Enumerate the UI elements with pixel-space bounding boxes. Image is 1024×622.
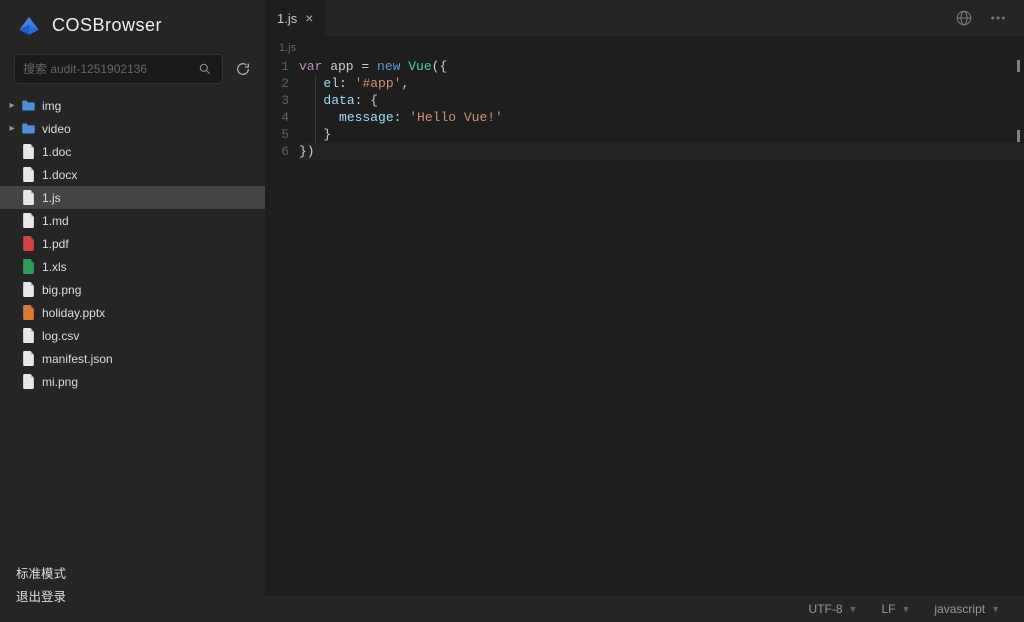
- file-icon: [20, 282, 36, 298]
- chevron-down-icon: ▼: [901, 604, 910, 614]
- line-number: 5: [265, 126, 289, 143]
- line-number: 1: [265, 58, 289, 75]
- status-encoding[interactable]: UTF-8▼: [799, 602, 868, 616]
- file-item[interactable]: big.png: [0, 278, 265, 301]
- chevron-down-icon: ▼: [991, 604, 1000, 614]
- mode-switch[interactable]: 标准模式: [16, 563, 249, 586]
- logout-link[interactable]: 退出登录: [16, 586, 249, 609]
- file-label: 1.md: [42, 214, 69, 228]
- search-input[interactable]: [23, 62, 196, 76]
- file-item[interactable]: mi.png: [0, 370, 265, 393]
- file-label: 1.js: [42, 191, 61, 205]
- file-label: big.png: [42, 283, 81, 297]
- file-icon: [20, 374, 36, 390]
- close-icon[interactable]: ×: [305, 10, 313, 26]
- sidebar: COSBrowser ▸ img ▸ video 1.doc 1.docx 1.js 1.md…: [0, 0, 265, 622]
- sidebar-footer: 标准模式 退出登录: [0, 553, 265, 622]
- minimap-marker: [1017, 130, 1020, 142]
- topbar-actions: [938, 8, 1024, 28]
- file-tree: ▸ img ▸ video 1.doc 1.docx 1.js 1.md 1.pdf 1.xls b…: [0, 94, 265, 553]
- refresh-icon[interactable]: [231, 57, 255, 81]
- search-row: [0, 54, 265, 94]
- caret-right-icon: ▸: [6, 123, 18, 134]
- file-label: log.csv: [42, 329, 79, 343]
- file-item[interactable]: log.csv: [0, 324, 265, 347]
- file-icon: [20, 190, 36, 206]
- active-line: }): [299, 143, 1024, 160]
- file-label: manifest.json: [42, 352, 113, 366]
- folder-icon: [20, 98, 36, 114]
- file-label: 1.xls: [42, 260, 67, 274]
- app-title: COSBrowser: [52, 15, 162, 36]
- search-icon[interactable]: [196, 60, 214, 78]
- file-label: 1.pdf: [42, 237, 69, 251]
- tab-label: 1.js: [277, 11, 297, 26]
- caret-right-icon: ▸: [6, 100, 18, 111]
- file-icon: [20, 213, 36, 229]
- file-label: 1.doc: [42, 145, 71, 159]
- more-icon[interactable]: [988, 8, 1008, 28]
- file-icon: [20, 351, 36, 367]
- line-number: 4: [265, 109, 289, 126]
- folder-item[interactable]: ▸ img: [0, 94, 265, 117]
- status-eol[interactable]: LF▼: [871, 602, 920, 616]
- line-gutter: 123456: [265, 58, 299, 596]
- file-icon: [20, 305, 36, 321]
- folder-icon: [20, 121, 36, 137]
- code-editor[interactable]: 123456 var app = new Vue({ el: '#app', d…: [265, 56, 1024, 596]
- file-icon: [20, 328, 36, 344]
- file-item[interactable]: manifest.json: [0, 347, 265, 370]
- minimap-marker: [1017, 60, 1020, 72]
- folder-label: img: [42, 99, 61, 113]
- folder-label: video: [42, 122, 71, 136]
- topbar: 1.js ×: [265, 0, 1024, 36]
- code-area[interactable]: var app = new Vue({ el: '#app', data: { …: [299, 58, 1024, 596]
- app-logo-icon: [16, 12, 42, 38]
- statusbar: UTF-8▼ LF▼ javascript▼: [265, 596, 1024, 622]
- status-language[interactable]: javascript▼: [924, 602, 1010, 616]
- file-item[interactable]: 1.js: [0, 186, 265, 209]
- file-item[interactable]: 1.xls: [0, 255, 265, 278]
- file-label: 1.docx: [42, 168, 77, 182]
- line-number: 6: [265, 143, 289, 160]
- main: 1.js × 1.js 123456 var app = new Vue({ e…: [265, 0, 1024, 622]
- search-box[interactable]: [14, 54, 223, 84]
- file-item[interactable]: 1.doc: [0, 140, 265, 163]
- line-number: 2: [265, 75, 289, 92]
- breadcrumb: 1.js: [265, 36, 1024, 56]
- chevron-down-icon: ▼: [849, 604, 858, 614]
- file-icon: [20, 144, 36, 160]
- file-label: mi.png: [42, 375, 78, 389]
- file-item[interactable]: 1.docx: [0, 163, 265, 186]
- line-number: 3: [265, 92, 289, 109]
- file-item[interactable]: 1.pdf: [0, 232, 265, 255]
- file-icon: [20, 236, 36, 252]
- file-icon: [20, 167, 36, 183]
- tab-active[interactable]: 1.js ×: [265, 0, 325, 36]
- globe-icon[interactable]: [954, 8, 974, 28]
- brand: COSBrowser: [0, 0, 265, 54]
- file-icon: [20, 259, 36, 275]
- folder-item[interactable]: ▸ video: [0, 117, 265, 140]
- file-item[interactable]: holiday.pptx: [0, 301, 265, 324]
- file-item[interactable]: 1.md: [0, 209, 265, 232]
- file-label: holiday.pptx: [42, 306, 105, 320]
